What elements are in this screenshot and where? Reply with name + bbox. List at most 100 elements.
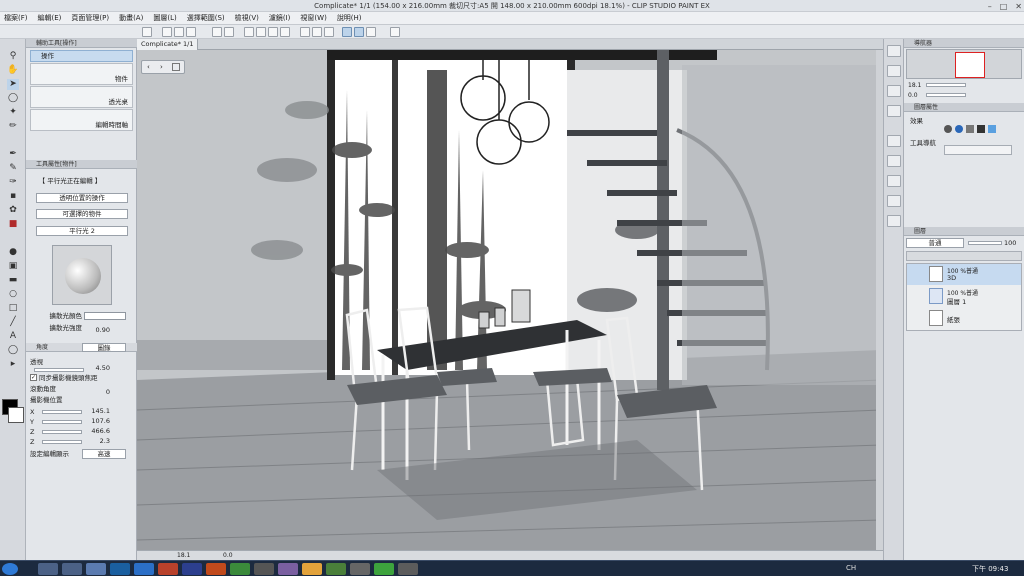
material-image-icon[interactable] [887, 155, 901, 167]
menu-file[interactable]: 檔案(F) [4, 13, 28, 23]
invert-selection-icon[interactable] [312, 27, 322, 37]
camera-x-slider[interactable] [42, 410, 82, 414]
selectable-dropdown[interactable]: 可選擇的物件 [36, 209, 128, 219]
transparent-dropdown[interactable]: 透明位置的操作 [36, 193, 128, 203]
auto-action-icon[interactable] [887, 215, 901, 227]
camera-y-value[interactable]: 107.6 [88, 417, 110, 425]
menu-filter[interactable]: 濾鏡(I) [269, 13, 291, 23]
menu-view[interactable]: 檢視(V) [235, 13, 259, 23]
eyedropper-tool-icon[interactable]: ✏ [7, 121, 19, 132]
subview-toggle-icon[interactable] [887, 65, 901, 77]
color-wheel-icon[interactable] [887, 105, 901, 117]
brush-tool-icon[interactable]: ✑ [7, 177, 19, 188]
page-navigation[interactable]: ‹ › [141, 60, 185, 74]
layer-item[interactable]: 紙張 [907, 308, 1021, 329]
3d-scene-canvas[interactable] [137, 50, 881, 550]
fill-icon[interactable] [280, 27, 290, 37]
clear-icon[interactable] [244, 27, 254, 37]
camera-z-slider[interactable] [42, 430, 82, 434]
perspective-slider[interactable] [34, 368, 84, 372]
menu-help[interactable]: 說明(H) [337, 13, 362, 23]
canvas-scrollbar[interactable] [876, 50, 883, 550]
taskbar-app-icon[interactable] [158, 563, 178, 575]
tool-nav-search[interactable] [944, 145, 1012, 155]
eraser-tool-icon[interactable]: ■ [7, 219, 19, 230]
layer-item[interactable]: 100 %普通 3D [907, 264, 1021, 285]
subtool-timeline[interactable]: 編輯時間軸 [30, 109, 133, 131]
correct-line-tool-icon[interactable]: ▸ [7, 359, 19, 370]
redo-icon[interactable] [224, 27, 234, 37]
taskbar-app-icon[interactable] [110, 563, 130, 575]
deselect-icon[interactable] [300, 27, 310, 37]
snap-ruler-icon[interactable] [342, 27, 352, 37]
blend-mode-dropdown[interactable]: 普通 [906, 238, 964, 248]
snap-grid-icon[interactable] [366, 27, 376, 37]
light-selector[interactable]: 平行光 2 [36, 226, 128, 236]
layer-opacity-value[interactable]: 100 [1004, 239, 1016, 247]
camera-roll-value[interactable]: 2.3 [88, 437, 110, 445]
nav-rotation-slider[interactable] [926, 93, 966, 97]
taskbar-app-icon[interactable] [182, 563, 202, 575]
nav-zoom-slider[interactable] [926, 83, 966, 87]
close-icon[interactable]: ✕ [1015, 2, 1022, 11]
snap-icon[interactable] [324, 27, 334, 37]
taskbar-app-icon[interactable] [398, 563, 418, 575]
system-clock[interactable]: 下午 09:43 [972, 564, 1008, 574]
subtool-lighttable[interactable]: 透光桌 [30, 86, 133, 108]
camera-roll-slider[interactable] [42, 440, 82, 444]
display-dropdown[interactable]: 高速 [82, 449, 126, 459]
menu-animation[interactable]: 動畫(A) [119, 13, 143, 23]
effect-color-icon[interactable] [988, 125, 996, 133]
sync-checkbox[interactable]: ✓ [30, 374, 37, 381]
input-language[interactable]: CH [846, 564, 856, 572]
text-tool-icon[interactable]: A [7, 331, 19, 342]
transform-icon[interactable] [268, 27, 278, 37]
light-preview[interactable] [52, 245, 112, 305]
open-file-icon[interactable] [174, 27, 184, 37]
menu-layer[interactable]: 圖層(L) [153, 13, 176, 23]
effect-extract-line-icon[interactable] [977, 125, 985, 133]
effect-layer-color-icon[interactable] [955, 125, 963, 133]
history-icon[interactable] [887, 195, 901, 207]
taskbar-app-icon[interactable] [134, 563, 154, 575]
ambient-strength-value[interactable]: 0.90 [88, 326, 110, 334]
start-button-icon[interactable] [2, 563, 18, 575]
document-tab[interactable]: Complicate* 1/1 [137, 39, 199, 50]
camera-x-value[interactable]: 145.1 [88, 407, 110, 415]
operation-tool-icon[interactable]: ➤ [7, 79, 19, 90]
angle-mode-dropdown[interactable]: 圖錄 [82, 343, 126, 352]
maximize-icon[interactable]: □ [1000, 2, 1008, 11]
minimize-icon[interactable]: – [988, 2, 992, 11]
auto-select-tool-icon[interactable]: ✦ [7, 107, 19, 118]
settings-icon[interactable] [390, 27, 400, 37]
taskbar-app-icon[interactable] [302, 563, 322, 575]
camera-z-value[interactable]: 466.6 [88, 427, 110, 435]
taskbar-app-icon[interactable] [38, 563, 58, 575]
menu-window[interactable]: 視窗(W) [300, 13, 326, 23]
menu-edit[interactable]: 編輯(E) [38, 13, 62, 23]
taskbar-app-icon[interactable] [326, 563, 346, 575]
perspective-value[interactable]: 4.50 [88, 364, 110, 372]
crop-icon[interactable] [256, 27, 266, 37]
menu-selection[interactable]: 選擇範圍(S) [187, 13, 225, 23]
figure-tool-icon[interactable]: ○ [7, 289, 19, 300]
zoom-tool-icon[interactable]: ⚲ [7, 51, 19, 62]
layer-opacity-slider[interactable] [968, 241, 1002, 245]
save-icon[interactable] [186, 27, 196, 37]
material-icon[interactable] [887, 135, 901, 147]
taskbar-app-icon[interactable] [206, 563, 226, 575]
color-swatches[interactable] [2, 399, 24, 429]
navigator-preview[interactable] [906, 49, 1022, 79]
fill-tool-icon[interactable]: ▣ [7, 261, 19, 272]
decoration-tool-icon[interactable]: ✿ [7, 205, 19, 216]
menu-page[interactable]: 頁面管理(P) [71, 13, 109, 23]
frame-tool-icon[interactable]: □ [7, 303, 19, 314]
pen-tool-icon[interactable]: ✒ [7, 149, 19, 160]
new-file-icon[interactable] [162, 27, 172, 37]
nav-zoom-value[interactable]: 18.1 [908, 82, 921, 89]
info-toggle-icon[interactable] [887, 85, 901, 97]
taskbar-app-icon[interactable] [254, 563, 274, 575]
airbrush-tool-icon[interactable]: ▪ [7, 191, 19, 202]
taskbar-app-icon[interactable] [230, 563, 250, 575]
undo-icon[interactable] [212, 27, 222, 37]
